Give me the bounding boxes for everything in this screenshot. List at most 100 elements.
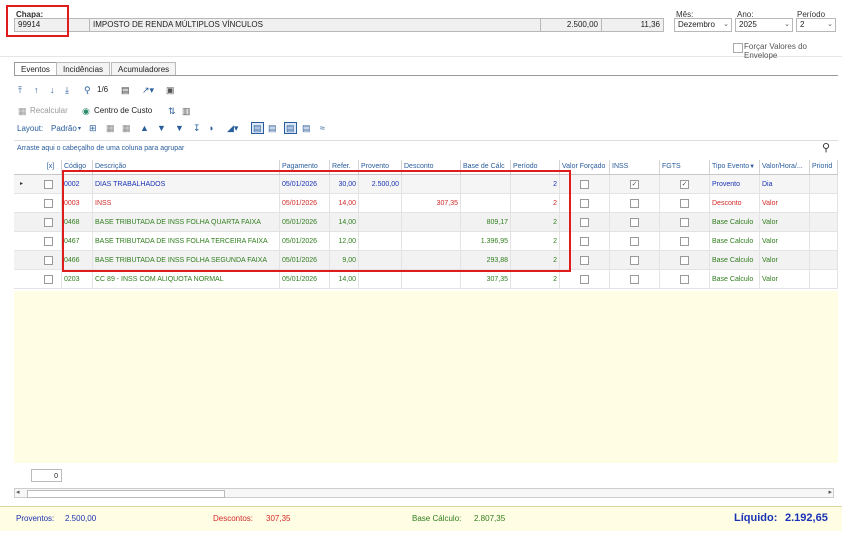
inss-checkbox[interactable] xyxy=(630,237,639,246)
scroll-left-icon[interactable]: ◂ xyxy=(16,488,20,496)
cell-periodo[interactable]: 2 xyxy=(511,270,560,289)
fgts-checkbox[interactable]: ✓ xyxy=(680,180,689,189)
row-select-checkbox[interactable] xyxy=(44,180,53,189)
report-icon[interactable]: ▥ xyxy=(182,106,191,116)
cell-prioridade[interactable] xyxy=(810,251,838,270)
valor-forcado-checkbox[interactable] xyxy=(580,256,589,265)
cell-codigo[interactable]: 0203 xyxy=(62,270,93,289)
row-select-checkbox[interactable] xyxy=(44,218,53,227)
cell-tipo[interactable]: Desconto xyxy=(710,194,760,213)
first-record-icon[interactable]: ⤒ xyxy=(18,85,22,95)
fgts-checkbox[interactable] xyxy=(680,237,689,246)
layout-grid-icon[interactable]: ▦ xyxy=(106,123,115,133)
inss-checkbox[interactable]: ✓ xyxy=(630,180,639,189)
periodo-select[interactable]: 2 ⌄ xyxy=(796,18,836,32)
row-select-checkbox[interactable] xyxy=(44,237,53,246)
inss-checkbox[interactable] xyxy=(630,218,639,227)
wave-icon[interactable]: ≈ xyxy=(320,123,325,133)
cell-prioridade[interactable] xyxy=(810,232,838,251)
scroll-thumb[interactable] xyxy=(27,490,225,498)
cell-valor[interactable]: Valor xyxy=(760,270,810,289)
centro-custo-button[interactable]: Centro de Custo xyxy=(94,106,152,116)
previous-record-icon[interactable]: ↑ xyxy=(34,85,39,95)
fgts-checkbox[interactable] xyxy=(680,256,689,265)
cell-tipo[interactable]: Base Calculo xyxy=(710,251,760,270)
cell-valor[interactable]: Valor xyxy=(760,232,810,251)
table-row[interactable]: 0203 CC 89 - INSS COM ALIQUOTA NORMAL 05/0… xyxy=(14,270,838,289)
cell-refer[interactable]: 14,00 xyxy=(330,270,359,289)
tab-acumuladores[interactable]: Acumuladores xyxy=(111,62,177,75)
filter-icon[interactable]: ↧ xyxy=(193,123,201,133)
cell-descricao[interactable]: CC 89 - INSS COM ALIQUOTA NORMAL xyxy=(93,270,280,289)
view-normal-icon[interactable]: ▤ xyxy=(251,122,264,134)
cell-tipo[interactable]: Provento xyxy=(710,175,760,194)
cell-valor[interactable]: Dia xyxy=(760,175,810,194)
valor-forcado-checkbox[interactable] xyxy=(580,180,589,189)
column-header-fgts[interactable]: FGTS xyxy=(660,160,710,174)
layout-add-icon[interactable]: ⊞ xyxy=(89,123,97,133)
recalcular-button[interactable]: Recalcular xyxy=(30,106,68,116)
cell-valor[interactable]: Valor xyxy=(760,213,810,232)
grid-search-icon[interactable]: ⚲ xyxy=(822,141,830,154)
search-icon[interactable]: ⚲ xyxy=(84,85,91,95)
cell-valor[interactable]: Valor xyxy=(760,251,810,270)
pin-icon[interactable]: ▼ xyxy=(175,123,184,133)
cell-base[interactable]: 307,35 xyxy=(461,270,511,289)
layout-table-icon[interactable]: ▦ xyxy=(122,123,131,133)
inss-checkbox[interactable] xyxy=(630,275,639,284)
layout-select[interactable]: Padrão xyxy=(51,124,77,134)
inss-checkbox[interactable] xyxy=(630,256,639,265)
cell-valor[interactable]: Valor xyxy=(760,194,810,213)
column-header-tipo-evento-label: Tipo Evento xyxy=(712,163,750,170)
sort-az-icon[interactable]: ⇅ xyxy=(168,106,176,116)
column-header-select[interactable]: [x] xyxy=(38,160,62,174)
cell-prioridade[interactable] xyxy=(810,194,838,213)
horizontal-scrollbar[interactable]: ◂ ▸ xyxy=(14,488,834,498)
cell-prioridade[interactable] xyxy=(810,213,838,232)
column-header-valor-hora[interactable]: Valor/Hora/... xyxy=(760,160,810,174)
filter-dropdown-icon[interactable]: ▼ xyxy=(749,164,755,170)
row-select-checkbox[interactable] xyxy=(44,256,53,265)
scroll-right-icon[interactable]: ▸ xyxy=(828,488,832,496)
document-icon[interactable]: ▣ xyxy=(166,85,175,95)
column-header-inss[interactable]: INSS xyxy=(610,160,660,174)
cell-tipo[interactable]: Base Calculo xyxy=(710,213,760,232)
chart-icon[interactable]: ◢▾ xyxy=(227,123,238,133)
inss-checkbox[interactable] xyxy=(630,199,639,208)
tab-incidencias[interactable]: Incidências xyxy=(56,62,111,75)
export-icon[interactable]: ↗▾ xyxy=(142,85,154,95)
cell-desconto[interactable] xyxy=(402,270,461,289)
cell-prioridade[interactable] xyxy=(810,270,838,289)
column-header-prioridade[interactable]: Priorid xyxy=(810,160,838,174)
valor-forcado-checkbox[interactable] xyxy=(580,237,589,246)
ano-select[interactable]: 2025 ⌄ xyxy=(735,18,793,32)
view-split-icon[interactable]: ▤ xyxy=(268,123,277,133)
cell-tipo[interactable]: Base Calculo xyxy=(710,232,760,251)
cell-provento[interactable] xyxy=(359,270,402,289)
fgts-checkbox[interactable] xyxy=(680,275,689,284)
calendar-icon[interactable]: ▤ xyxy=(121,85,130,95)
cell-tipo[interactable]: Base Calculo xyxy=(710,270,760,289)
valor-forcado-checkbox[interactable] xyxy=(580,218,589,227)
cell-inss xyxy=(610,232,660,251)
valor-forcado-checkbox[interactable] xyxy=(580,275,589,284)
fgts-checkbox[interactable] xyxy=(680,218,689,227)
fgts-checkbox[interactable] xyxy=(680,199,689,208)
row-select-checkbox[interactable] xyxy=(44,275,53,284)
cell-pagamento[interactable]: 05/01/2026 xyxy=(280,270,330,289)
paint-icon[interactable]: ◑ xyxy=(208,123,213,133)
cell-prioridade[interactable] xyxy=(810,175,838,194)
layout-up-icon[interactable]: ▲ xyxy=(140,123,149,133)
tab-eventos[interactable]: Eventos xyxy=(14,62,57,76)
row-select-checkbox[interactable] xyxy=(44,199,53,208)
layout-down-icon[interactable]: ▼ xyxy=(157,123,166,133)
valor-forcado-checkbox[interactable] xyxy=(580,199,589,208)
column-header-tipo-evento[interactable]: Tipo Evento▼ xyxy=(710,160,760,174)
next-record-icon[interactable]: ↓ xyxy=(50,85,55,95)
layout-dropdown-icon[interactable]: ▾ xyxy=(78,124,81,134)
forcar-checkbox[interactable] xyxy=(733,43,743,53)
view-bottom-icon[interactable]: ▤ xyxy=(302,123,311,133)
last-record-icon[interactable]: ⤓ xyxy=(65,85,69,95)
view-top-icon[interactable]: ▤ xyxy=(284,122,297,134)
mes-select[interactable]: Dezembro ⌄ xyxy=(674,18,732,32)
